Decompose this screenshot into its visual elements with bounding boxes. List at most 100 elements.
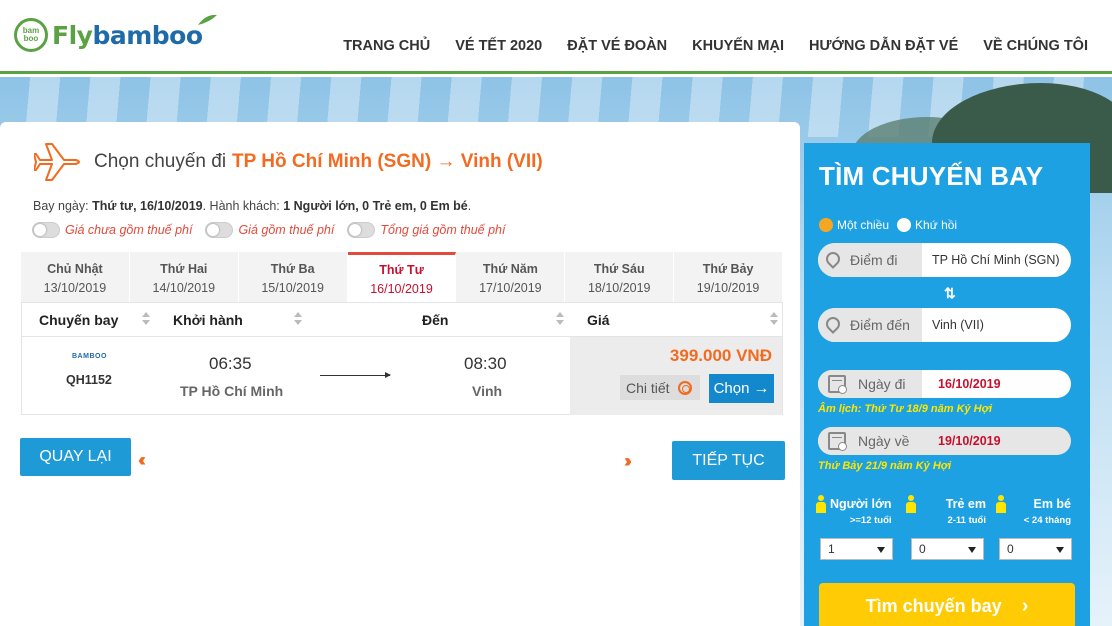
- choose-label: Chọn: [713, 380, 750, 397]
- destination-field[interactable]: Điểm đến Vinh (VII): [818, 308, 1071, 342]
- tab-date: 18/10/2019: [587, 281, 651, 295]
- title-label: Chọn chuyến đi: [94, 151, 227, 172]
- depart-date-field[interactable]: Ngày đi 16/10/2019: [818, 370, 1071, 398]
- detail-button[interactable]: Chi tiết: [620, 375, 700, 400]
- column-departure[interactable]: Khởi hành: [173, 312, 243, 328]
- nav-booking-guide[interactable]: HƯỚNG DẪN ĐẶT VÉ: [809, 38, 958, 54]
- origin-field[interactable]: Điểm đi TP Hồ Chí Minh (SGN): [818, 243, 1071, 277]
- adults-select[interactable]: 1: [820, 538, 893, 560]
- tab-date: 16/10/2019: [370, 282, 433, 296]
- flight-number: QH1152: [66, 373, 112, 387]
- target-icon: [677, 380, 692, 395]
- radio-label[interactable]: Một chiều: [837, 218, 889, 232]
- toggle-total-price[interactable]: Tổng giá gồm thuế phí: [347, 222, 505, 238]
- toggle-label: Giá chưa gồm thuế phí: [65, 223, 193, 237]
- price-toggles: Giá chưa gồm thuế phí Giá gồm thuế phí T…: [32, 222, 518, 238]
- return-date-value[interactable]: 19/10/2019: [938, 434, 1001, 448]
- calendar-icon: [828, 375, 847, 394]
- plane-icon: [34, 143, 80, 181]
- search-flights-button[interactable]: Tìm chuyến bay ›: [819, 583, 1075, 626]
- depart-date-value[interactable]: 16/10/2019: [938, 377, 1001, 391]
- sort-icon[interactable]: [294, 311, 302, 327]
- sort-icon[interactable]: [142, 311, 150, 327]
- column-price[interactable]: Giá: [587, 312, 610, 328]
- toggle-label: Giá gồm thuế phí: [238, 223, 335, 237]
- choose-button[interactable]: Chọn →: [709, 374, 774, 403]
- arrival-city: Vinh: [472, 383, 503, 399]
- search-summary: Bay ngày: Thứ tư, 16/10/2019. Hành khách…: [33, 199, 471, 213]
- tab-date: 15/10/2019: [261, 281, 324, 295]
- nav-home[interactable]: TRANG CHỦ: [343, 38, 430, 54]
- toggle-label: Tổng giá gồm thuế phí: [380, 223, 506, 237]
- return-lunar-date: Thứ Bảy 21/9 năm Kỷ Hợi: [818, 460, 952, 472]
- toggle-switch[interactable]: [205, 222, 234, 238]
- date-tabs: Chủ Nhật 13/10/2019 Thứ Hai 14/10/2019 Thứ…: [21, 252, 784, 302]
- page-title: Chọn chuyến đi TP Hồ Chí Minh (SGN) → Vi…: [34, 140, 543, 184]
- airline-logo: BAMBOO: [72, 353, 107, 360]
- sort-icon[interactable]: [770, 311, 778, 327]
- tab-friday[interactable]: Thứ Sáu 18/10/2019: [565, 252, 675, 302]
- title-route: TP Hồ Chí Minh (SGN) → Vinh (VII): [232, 151, 543, 172]
- infant-icon: [996, 495, 1006, 513]
- tab-day: Thứ Bảy: [702, 262, 754, 276]
- toggle-price-excl-tax[interactable]: Giá chưa gồm thuế phí: [32, 222, 192, 238]
- radio-round-trip[interactable]: [897, 218, 912, 232]
- toggle-switch[interactable]: [32, 222, 60, 238]
- depart-label: Ngày đi: [858, 376, 906, 392]
- return-label-box: Ngày về: [818, 427, 922, 455]
- radio-one-way[interactable]: [819, 218, 833, 232]
- table-row: BAMBOO QH1152 06:35 TP Hồ Chí Minh 08:30…: [22, 337, 782, 415]
- logo-fly: Fly: [52, 20, 93, 50]
- nav-promotions[interactable]: KHUYẾN MẠI: [692, 38, 784, 54]
- flight-search-box: TÌM CHUYẾN BAY Một chiều Khứ hồi Điểm đi…: [804, 143, 1090, 626]
- site-header: bam boo Flybamboo TRANG CHỦ VÉ TẾT 2020 …: [0, 0, 1112, 74]
- back-button[interactable]: QUAY LẠI: [20, 438, 131, 476]
- tab-thursday[interactable]: Thứ Năm 17/10/2019: [456, 252, 566, 302]
- passengers-value: 1 Người lớn, 0 Trẻ em, 0 Em bé: [283, 199, 468, 213]
- column-flight[interactable]: Chuyến bay: [39, 312, 118, 328]
- tab-sunday[interactable]: Chủ Nhật 13/10/2019: [21, 252, 130, 302]
- tab-wednesday[interactable]: Thứ Tư 16/10/2019: [347, 252, 457, 302]
- sort-icon[interactable]: [556, 311, 564, 327]
- tab-monday[interactable]: Thứ Hai 14/10/2019: [129, 252, 239, 302]
- logo-emblem: bam boo: [14, 18, 48, 52]
- swap-icon[interactable]: ⇅: [944, 285, 956, 302]
- pax-sub: < 24 tháng: [1023, 515, 1071, 526]
- continue-button[interactable]: TIẾP TỤC: [672, 441, 785, 480]
- pax-sub: 2-11 tuổi: [947, 515, 986, 526]
- origin-label: Điểm đi: [850, 252, 898, 268]
- origin-value[interactable]: TP Hồ Chí Minh (SGN): [932, 253, 1060, 267]
- logo-wordmark: Flybamboo: [52, 21, 203, 50]
- search-title: TÌM CHUYẾN BAY: [819, 161, 1044, 191]
- tab-date: 13/10/2019: [43, 281, 107, 295]
- origin-label-box: Điểm đi: [818, 243, 922, 277]
- tab-tuesday[interactable]: Thứ Ba 15/10/2019: [238, 252, 348, 302]
- location-pin-icon: [826, 252, 838, 268]
- tab-date: 19/10/2019: [696, 281, 760, 295]
- column-arrival[interactable]: Đến: [422, 312, 448, 328]
- return-date-field[interactable]: Ngày về 19/10/2019: [818, 427, 1071, 455]
- location-pin-icon: [826, 317, 838, 333]
- calendar-icon: [828, 432, 847, 451]
- infants-select[interactable]: 0: [999, 538, 1072, 560]
- trip-type: Một chiều Khứ hồi: [819, 218, 965, 232]
- tab-day: Thứ Hai: [160, 262, 208, 276]
- destination-value[interactable]: Vinh (VII): [932, 318, 984, 332]
- flight-price: 399.000 VNĐ: [669, 346, 772, 365]
- toggle-price-incl-tax[interactable]: Giá gồm thuế phí: [205, 222, 334, 238]
- tab-saturday[interactable]: Thứ Bảy 19/10/2019: [674, 252, 784, 302]
- radio-label[interactable]: Khứ hồi: [915, 218, 957, 232]
- detail-label: Chi tiết: [626, 379, 670, 396]
- children-select[interactable]: 0: [911, 538, 984, 560]
- departure-time: 06:35: [209, 354, 252, 373]
- departure-city: TP Hồ Chí Minh: [180, 383, 284, 399]
- toggle-switch[interactable]: [347, 222, 376, 238]
- nav-tet-2020[interactable]: VÉ TẾT 2020: [455, 38, 542, 54]
- tab-day: Thứ Sáu: [593, 262, 645, 276]
- nav-about-us[interactable]: VỀ CHÚNG TÔI: [983, 38, 1088, 54]
- child-icon: [906, 495, 916, 513]
- tab-day: Thứ Tư: [379, 263, 424, 277]
- flybamboo-logo[interactable]: bam boo Flybamboo: [14, 14, 217, 52]
- nav-group-booking[interactable]: ĐẶT VÉ ĐOÀN: [567, 38, 667, 54]
- flight-table: Chuyến bay Khởi hành Đến Giá BAMBOO QH11…: [21, 302, 783, 415]
